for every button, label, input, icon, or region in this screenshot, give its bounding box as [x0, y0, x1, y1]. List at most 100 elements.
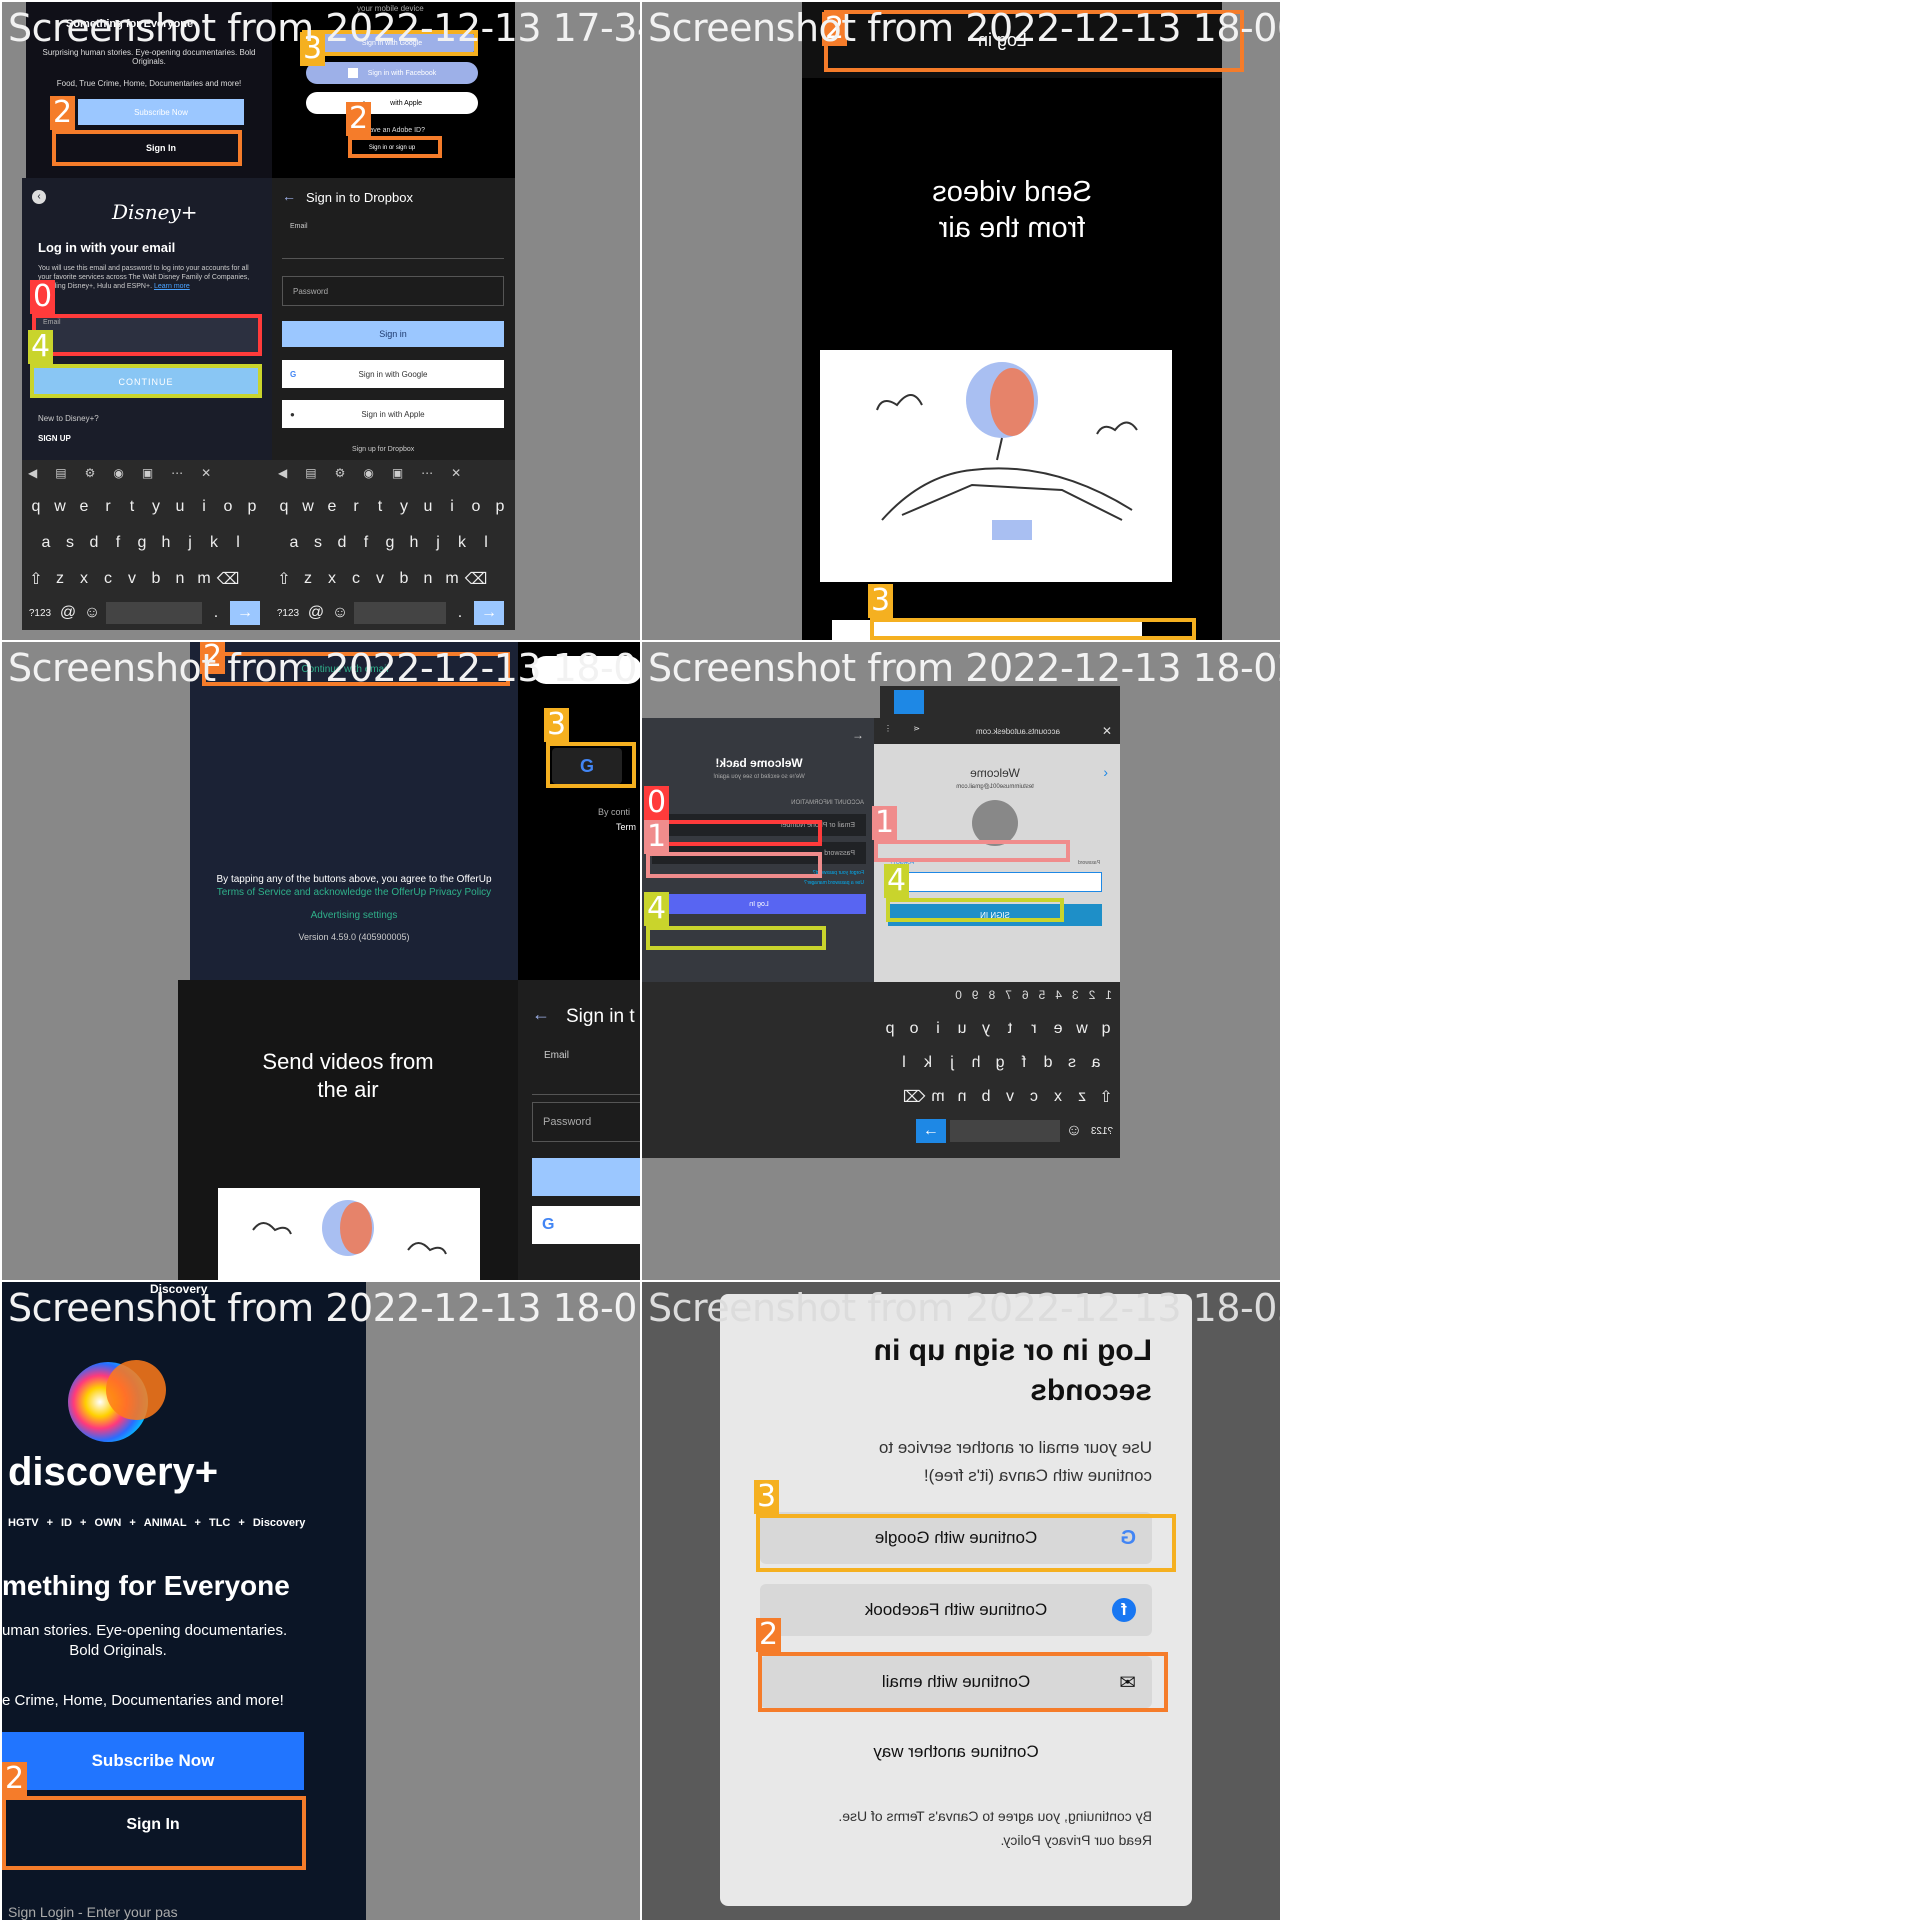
back-arrow-icon[interactable]: ← — [852, 728, 864, 742]
key[interactable]: f — [1014, 1050, 1034, 1076]
key[interactable]: f — [356, 530, 376, 556]
legal-line-1[interactable]: By continuing, you agree to Canva's Term… — [838, 1808, 1152, 1824]
key[interactable]: m — [194, 566, 214, 592]
emoji-icon[interactable]: ☺ — [330, 600, 350, 626]
key[interactable]: e — [1048, 1016, 1068, 1042]
period-key[interactable]: . — [450, 600, 470, 626]
key[interactable]: h — [156, 530, 176, 556]
key[interactable]: b — [976, 1084, 996, 1110]
symbols-key[interactable]: ?123 — [274, 600, 302, 626]
key[interactable]: 7 — [1005, 988, 1012, 1002]
subscribe-button[interactable]: Subscribe Now — [2, 1732, 304, 1790]
key[interactable]: o — [218, 494, 238, 520]
key[interactable]: r — [346, 494, 366, 520]
key[interactable]: u — [418, 494, 438, 520]
key[interactable]: y — [146, 494, 166, 520]
mic-off-icon[interactable]: ✕ — [451, 466, 461, 480]
key[interactable]: h — [966, 1050, 986, 1076]
space-bar[interactable] — [106, 602, 202, 624]
dropbox-signup-link[interactable]: Sign up for Dropbox — [352, 446, 414, 453]
resize-icon[interactable]: ▣ — [392, 466, 403, 480]
key[interactable]: k — [918, 1050, 938, 1076]
key[interactable]: z — [50, 566, 70, 592]
signin-button[interactable] — [532, 1158, 640, 1196]
space-bar[interactable] — [354, 602, 446, 624]
back-icon[interactable]: ‹ — [32, 190, 46, 204]
key[interactable]: p — [490, 494, 510, 520]
key[interactable]: i — [928, 1016, 948, 1042]
key[interactable]: r — [1024, 1016, 1044, 1042]
key[interactable]: l — [228, 530, 248, 556]
dropbox-google-button[interactable]: G Sign in with Google — [282, 360, 504, 388]
key[interactable]: v — [122, 566, 142, 592]
chevron-icon[interactable]: ◀ — [28, 466, 37, 480]
key[interactable]: n — [418, 566, 438, 592]
key[interactable]: n — [170, 566, 190, 592]
key[interactable]: x — [74, 566, 94, 592]
resize-icon[interactable]: ▣ — [142, 466, 153, 480]
dropbox-password-input[interactable]: Password — [282, 276, 504, 306]
another-way-button[interactable]: Continue another way — [760, 1726, 1152, 1778]
gear-icon[interactable]: ⚙ — [335, 466, 346, 480]
palette-icon[interactable]: ◉ — [113, 466, 123, 480]
backspace-icon[interactable]: ⌫ — [465, 566, 488, 592]
key[interactable]: 4 — [1055, 988, 1062, 1002]
key[interactable]: c — [98, 566, 118, 592]
key[interactable]: c — [1024, 1084, 1044, 1110]
key[interactable]: j — [180, 530, 200, 556]
key[interactable]: w — [50, 494, 70, 520]
key[interactable]: w — [298, 494, 318, 520]
clipboard-icon[interactable]: ▤ — [55, 466, 66, 480]
discord-login-button[interactable]: Log In — [652, 894, 866, 914]
key[interactable]: u — [952, 1016, 972, 1042]
key[interactable]: z — [298, 566, 318, 592]
adobe-mini-apple-button[interactable]: ● with Apple — [306, 92, 478, 114]
google-button[interactable]: G — [532, 1206, 640, 1244]
key[interactable]: q — [274, 494, 294, 520]
period-key[interactable]: . — [206, 600, 226, 626]
shift-icon[interactable]: ⇧ — [26, 566, 46, 592]
key[interactable]: j — [942, 1050, 962, 1076]
shift-icon[interactable]: ⇧ — [274, 566, 294, 592]
key[interactable]: d — [332, 530, 352, 556]
key[interactable]: e — [322, 494, 342, 520]
more-icon[interactable]: ⋯ — [171, 466, 183, 480]
backspace-icon[interactable]: ⌫ — [217, 566, 240, 592]
key[interactable]: y — [976, 1016, 996, 1042]
key[interactable]: l — [894, 1050, 914, 1076]
key[interactable]: d — [1038, 1050, 1058, 1076]
back-arrow-icon[interactable]: ← — [282, 188, 296, 204]
key[interactable]: m — [442, 566, 462, 592]
key[interactable]: k — [452, 530, 472, 556]
key[interactable]: n — [952, 1084, 972, 1110]
clipboard-icon[interactable]: ▤ — [305, 466, 316, 480]
disney-learn-link[interactable]: Learn more — [154, 283, 190, 290]
key[interactable]: a — [36, 530, 56, 556]
dropbox-email-underline[interactable] — [282, 236, 504, 259]
key[interactable]: u — [170, 494, 190, 520]
enter-key[interactable]: → — [916, 1119, 946, 1143]
password-manager-link[interactable]: Use a password manager? — [804, 880, 864, 886]
key[interactable]: 0 — [955, 988, 962, 1002]
enter-key[interactable]: → — [230, 601, 260, 625]
key[interactable]: o — [466, 494, 486, 520]
keyboard-right[interactable]: ◀ ▤ ⚙ ◉ ▣ ⋯ ✕ qwertyuiop asdfghjkl ⇧ z x c v b n m ⌫ ?… — [272, 460, 515, 630]
symbols-key[interactable]: ?123 — [1088, 1118, 1116, 1144]
key[interactable]: t — [370, 494, 390, 520]
backspace-icon[interactable]: ⌫ — [903, 1084, 926, 1110]
at-key[interactable]: @ — [306, 600, 326, 626]
key[interactable]: q — [1096, 1016, 1116, 1042]
key[interactable]: f — [108, 530, 128, 556]
key[interactable]: o — [904, 1016, 924, 1042]
emoji-icon[interactable]: ☺ — [1064, 1118, 1084, 1144]
key[interactable]: b — [394, 566, 414, 592]
facebook-button[interactable]: f Continue with Facebook — [760, 1584, 1152, 1636]
key[interactable]: i — [442, 494, 462, 520]
enter-key[interactable] — [894, 690, 924, 714]
key[interactable]: z — [1072, 1084, 1092, 1110]
password-input[interactable]: Password — [532, 1102, 640, 1142]
password-input[interactable] — [886, 872, 1102, 892]
key[interactable]: t — [1000, 1016, 1020, 1042]
key[interactable]: 1 — [1105, 988, 1112, 1002]
key[interactable]: v — [1000, 1084, 1020, 1110]
